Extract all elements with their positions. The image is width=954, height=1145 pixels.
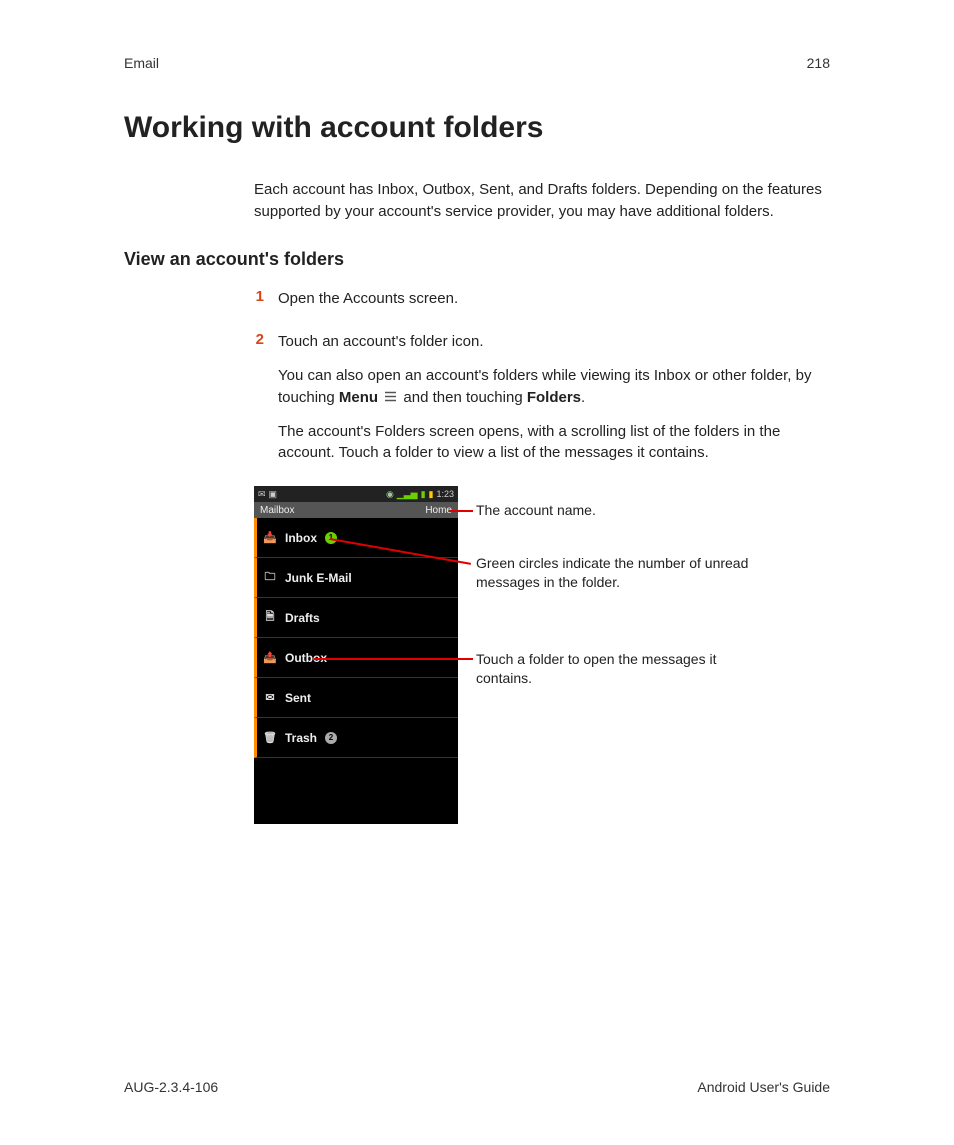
- title-bar: Mailbox Home: [254, 502, 458, 518]
- folder-sent[interactable]: ✉ Sent: [254, 678, 458, 718]
- page-title: Working with account folders: [124, 111, 830, 145]
- step-detail: You can also open an account's folders w…: [278, 365, 830, 409]
- drafts-icon: 🗎: [263, 611, 277, 625]
- sync-icon: ◉: [386, 489, 394, 500]
- step-text: Open the Accounts screen.: [278, 288, 830, 310]
- callout-touch-folder: Touch a folder to open the messages it c…: [476, 650, 756, 688]
- step-1: 1 Open the Accounts screen.: [254, 288, 830, 322]
- folder-label: Trash: [285, 731, 317, 745]
- folder-label: Drafts: [285, 611, 320, 625]
- folder-label: Junk E-Mail: [285, 571, 352, 585]
- running-header: Email 218: [124, 55, 830, 71]
- step-text: Touch an account's folder icon.: [278, 331, 830, 353]
- step-2: 2 Touch an account's folder icon. You ca…: [254, 331, 830, 476]
- folder-icon: 🗀: [263, 571, 277, 585]
- step-number: 2: [254, 331, 264, 476]
- folder-list: 📥 Inbox 1 🗀 Junk E-Mail 🗎 Drafts 📤 Outbo…: [254, 518, 458, 758]
- app-icon: ▣: [269, 489, 278, 500]
- menu-icon: [384, 387, 397, 409]
- count-badge: 2: [325, 732, 337, 744]
- steps-list: 1 Open the Accounts screen. 2 Touch an a…: [254, 288, 830, 477]
- signal-icon: ▮: [421, 489, 426, 500]
- callout-green-circles: Green circles indicate the number of unr…: [476, 554, 756, 592]
- folder-junk[interactable]: 🗀 Junk E-Mail: [254, 558, 458, 598]
- trash-icon: 🗑: [263, 731, 277, 745]
- callout-line: [314, 658, 473, 660]
- folders-keyword: Folders: [527, 389, 581, 406]
- callout-line: [449, 510, 473, 512]
- status-bar: ✉ ▣ ◉ ▁▃▅ ▮ ▮ 1:23: [254, 486, 458, 502]
- page-footer: AUG-2.3.4-106 Android User's Guide: [124, 1079, 830, 1095]
- figure: ✉ ▣ ◉ ▁▃▅ ▮ ▮ 1:23 Mailbox Home 📥 Inbox: [254, 486, 830, 826]
- outbox-icon: 📤: [263, 651, 277, 665]
- folder-trash[interactable]: 🗑 Trash 2: [254, 718, 458, 758]
- callout-account-name: The account name.: [476, 501, 756, 520]
- folder-inbox[interactable]: 📥 Inbox 1: [254, 518, 458, 558]
- page-number: 218: [807, 55, 830, 71]
- signal-icon: ▁▃▅: [397, 489, 418, 500]
- menu-keyword: Menu: [339, 389, 378, 406]
- phone-screenshot: ✉ ▣ ◉ ▁▃▅ ▮ ▮ 1:23 Mailbox Home 📥 Inbox: [254, 486, 458, 824]
- intro-paragraph: Each account has Inbox, Outbox, Sent, an…: [254, 179, 830, 223]
- step-body: Touch an account's folder icon. You can …: [278, 331, 830, 476]
- inbox-icon: 📥: [263, 531, 277, 545]
- mail-icon: ✉: [258, 489, 266, 500]
- folder-label: Inbox: [285, 531, 317, 545]
- sent-icon: ✉: [263, 691, 277, 705]
- doc-title: Android User's Guide: [697, 1079, 830, 1095]
- doc-id: AUG-2.3.4-106: [124, 1079, 218, 1095]
- battery-icon: ▮: [429, 489, 434, 500]
- folder-label: Sent: [285, 691, 311, 705]
- status-right-icons: ◉ ▁▃▅ ▮ ▮ 1:23: [386, 489, 454, 500]
- section-label: Email: [124, 55, 159, 71]
- step-number: 1: [254, 288, 264, 322]
- subsection-heading: View an account's folders: [124, 249, 830, 270]
- step-result: The account's Folders screen opens, with…: [278, 421, 830, 465]
- status-left-icons: ✉ ▣: [258, 489, 277, 500]
- folder-drafts[interactable]: 🗎 Drafts: [254, 598, 458, 638]
- account-name: Home: [425, 505, 452, 516]
- step-body: Open the Accounts screen.: [278, 288, 830, 322]
- mailbox-label: Mailbox: [260, 505, 294, 516]
- clock: 1:23: [436, 489, 454, 499]
